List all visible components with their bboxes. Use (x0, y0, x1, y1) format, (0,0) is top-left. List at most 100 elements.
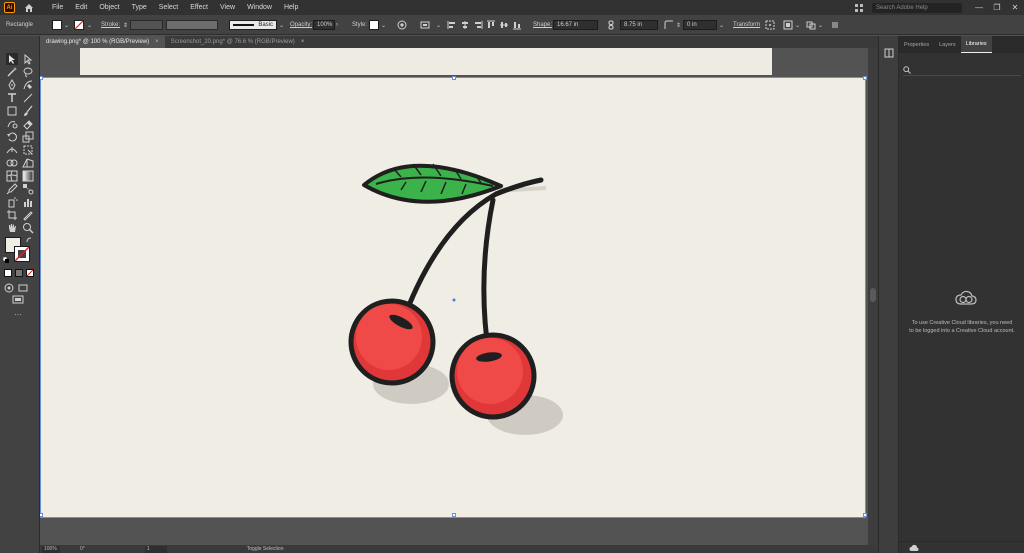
gradient-tool-icon[interactable] (22, 170, 34, 182)
eraser-tool-icon[interactable] (22, 118, 34, 130)
vertical-scrollbar[interactable] (868, 48, 878, 545)
status-text[interactable]: Toggle Selection (247, 546, 284, 552)
corner-stepper[interactable]: ⇕ (676, 15, 681, 35)
line-segment-tool-icon[interactable] (22, 92, 34, 104)
align-bottom-icon[interactable] (512, 20, 522, 30)
stroke-weight-field[interactable] (130, 20, 163, 30)
close-icon[interactable]: × (155, 39, 159, 45)
tab-layers[interactable]: Layers (934, 36, 961, 53)
shape-builder-tool-icon[interactable] (6, 157, 18, 169)
curvature-tool-icon[interactable] (22, 79, 34, 91)
library-search-field[interactable] (903, 65, 1021, 76)
color-mode-icon[interactable] (4, 269, 12, 277)
selection-handle[interactable] (863, 513, 867, 517)
panel-menu-icon[interactable] (830, 20, 840, 30)
cloud-sync-icon[interactable] (909, 544, 919, 552)
artboard[interactable] (40, 76, 867, 519)
zoom-level-field[interactable]: 100% (42, 545, 60, 553)
align-right-icon[interactable] (473, 20, 483, 30)
height-field[interactable]: 8.75 in (620, 20, 658, 30)
artboard-tool-icon[interactable] (6, 209, 18, 221)
scrollbar-thumb[interactable] (870, 288, 876, 302)
lasso-tool-icon[interactable] (22, 66, 34, 78)
menu-view[interactable]: View (214, 4, 241, 11)
align-center-icon[interactable] (460, 20, 470, 30)
gradient-mode-icon[interactable] (15, 269, 23, 277)
shape-label[interactable]: Shape: (533, 15, 552, 35)
stroke-dropdown-icon[interactable]: ⌄ (87, 15, 92, 35)
align-dropdown-icon[interactable]: ⌄ (436, 15, 441, 35)
screen-mode-icon[interactable] (12, 295, 24, 305)
brush-dropdown-icon[interactable]: ⌄ (279, 15, 284, 35)
isolate-dropdown-icon[interactable]: ⌄ (795, 15, 800, 35)
hand-tool-icon[interactable] (6, 222, 18, 234)
type-tool-icon[interactable] (6, 92, 18, 104)
perspective-grid-tool-icon[interactable] (22, 157, 34, 169)
transform-reference-icon[interactable] (765, 20, 775, 30)
help-search-input[interactable]: Search Adobe Help (872, 2, 962, 13)
selection-handle[interactable] (863, 76, 867, 80)
selection-handle[interactable] (452, 513, 456, 517)
menu-file[interactable]: File (46, 4, 69, 11)
rotation-field[interactable]: 0° (80, 546, 85, 552)
blend-tool-icon[interactable] (22, 183, 34, 195)
default-fill-stroke-icon[interactable] (3, 257, 9, 263)
align-top-icon[interactable] (486, 20, 496, 30)
scale-tool-icon[interactable] (22, 131, 34, 143)
opacity-field[interactable]: 100% (313, 20, 335, 30)
align-middle-icon[interactable] (499, 20, 509, 30)
align-to-icon[interactable] (420, 20, 430, 30)
artboard-navigation-field[interactable]: 1 (144, 545, 167, 553)
close-icon[interactable]: × (301, 39, 305, 45)
minimize-button[interactable]: — (970, 3, 988, 12)
isolate-group-icon[interactable] (783, 20, 793, 30)
shaper-tool-icon[interactable] (6, 118, 18, 130)
corner-radius-field[interactable]: 0 in (683, 20, 717, 30)
slice-tool-icon[interactable] (22, 209, 34, 221)
stroke-label[interactable]: Stroke: (101, 15, 120, 35)
width-field[interactable]: 16.67 in (553, 20, 598, 30)
free-transform-tool-icon[interactable] (22, 144, 34, 156)
corner-dropdown-icon[interactable]: ⌄ (719, 15, 724, 35)
pen-tool-icon[interactable] (6, 79, 18, 91)
menu-type[interactable]: Type (126, 4, 153, 11)
tab-drawing[interactable]: drawing.png* @ 100 % (RGB/Preview) × (40, 36, 165, 48)
fill-dropdown-icon[interactable]: ⌄ (64, 15, 69, 35)
cherry-illustration[interactable] (41, 78, 867, 519)
select-similar-dropdown-icon[interactable]: ⌄ (818, 15, 823, 35)
stroke-weight-stepper[interactable]: ⇕ (123, 15, 128, 35)
graphic-style-swatch[interactable] (369, 20, 379, 30)
column-graph-tool-icon[interactable] (22, 196, 34, 208)
variable-width-profile[interactable] (166, 20, 218, 30)
menu-object[interactable]: Object (93, 4, 125, 11)
selection-handle[interactable] (452, 76, 456, 80)
zoom-tool-icon[interactable] (22, 222, 34, 234)
mesh-tool-icon[interactable] (6, 170, 18, 182)
selection-tool-icon[interactable] (6, 53, 18, 65)
transform-label[interactable]: Transform (733, 15, 760, 35)
tab-libraries[interactable]: Libraries (960, 36, 992, 53)
panel-icon[interactable] (884, 48, 894, 58)
draw-mode-icon[interactable] (4, 283, 14, 293)
constrain-proportions-icon[interactable] (606, 20, 616, 30)
recolor-artwork-icon[interactable] (397, 20, 407, 30)
tab-screenshot[interactable]: Screenshot_20.png* @ 76.6 % (RGB/Preview… (164, 36, 311, 48)
magic-wand-tool-icon[interactable] (6, 66, 18, 78)
none-mode-icon[interactable] (26, 269, 34, 277)
style-dropdown-icon[interactable]: ⌄ (381, 15, 386, 35)
menu-help[interactable]: Help (278, 4, 304, 11)
canvas[interactable] (40, 48, 868, 545)
corner-type-icon[interactable] (664, 20, 674, 30)
workspace-switcher-icon[interactable] (854, 3, 864, 13)
rotate-tool-icon[interactable] (6, 131, 18, 143)
menu-select[interactable]: Select (153, 4, 184, 11)
menu-effect[interactable]: Effect (184, 4, 214, 11)
paintbrush-tool-icon[interactable] (22, 105, 34, 117)
edit-toolbar-icon[interactable]: ··· (14, 310, 22, 319)
opacity-dropdown-icon[interactable]: › (336, 15, 338, 35)
brush-definition-select[interactable]: Basic (229, 20, 277, 30)
opacity-label[interactable]: Opacity: (290, 15, 312, 35)
rectangle-tool-icon[interactable] (6, 105, 18, 117)
selection-handle[interactable] (40, 76, 43, 80)
select-similar-icon[interactable] (806, 20, 816, 30)
